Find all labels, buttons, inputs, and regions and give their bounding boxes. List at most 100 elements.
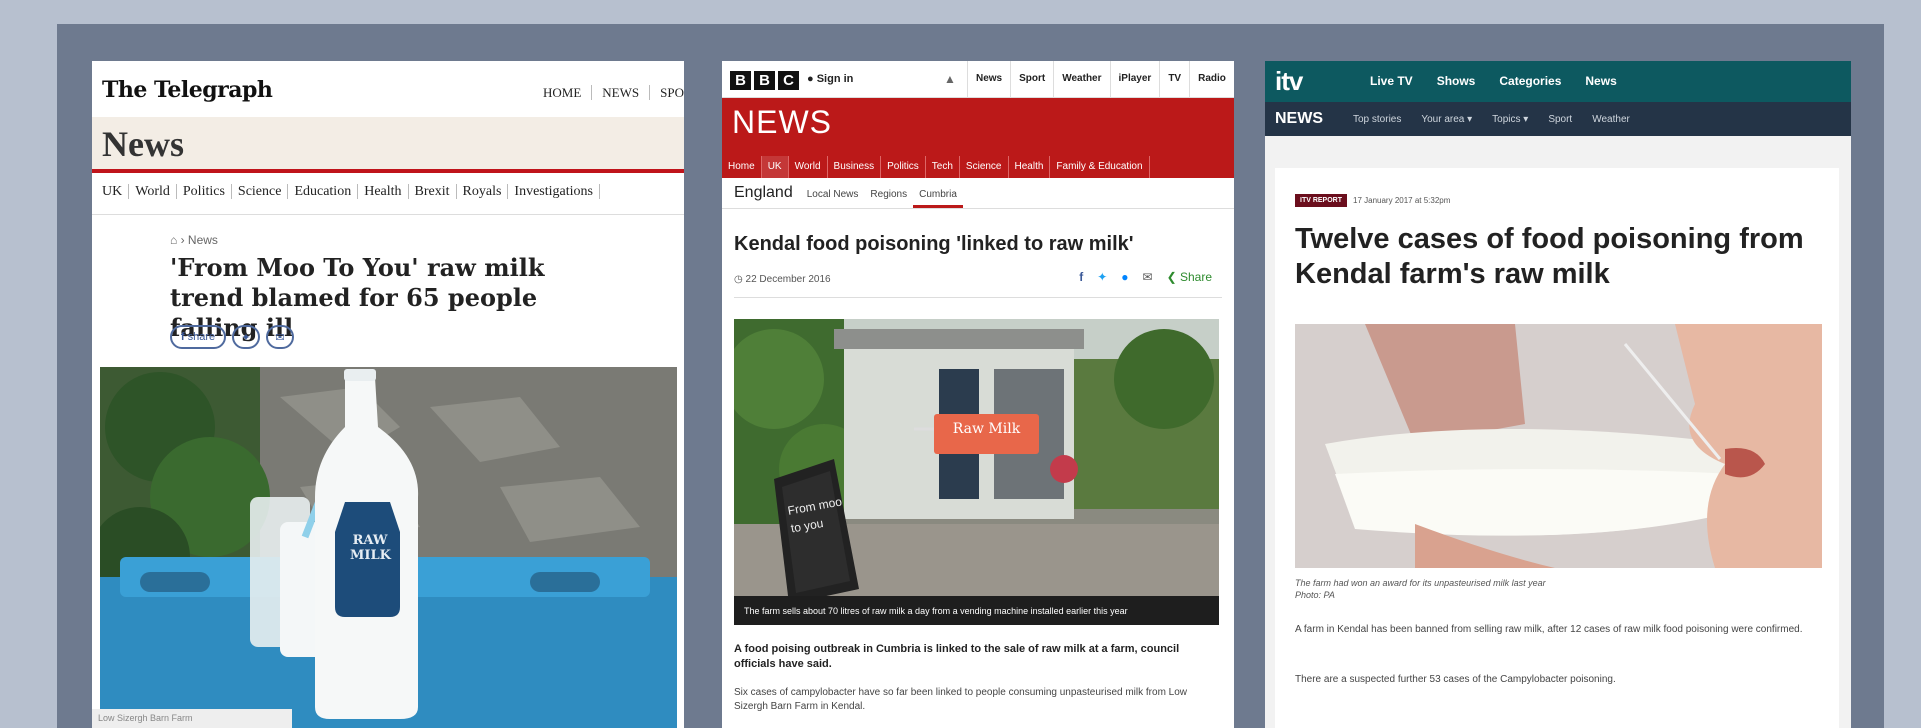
bbc-top-bar: BBC ● Sign in ▲ News Sport Weather iPlay… [722,61,1234,98]
bbc-news-brand[interactable]: NEWS [732,104,832,141]
nav-politics[interactable]: Politics [881,156,926,178]
bbc-news-banner: NEWS Home UK World Business Politics Tec… [722,98,1234,178]
photo-caption: The farm sells about 70 litres of raw mi… [734,596,1219,625]
itv-article-screenshot: itv Live TV Shows Categories News NEWS T… [1265,61,1851,728]
photo-caption: Low Sizergh Barn Farm [92,709,292,728]
bbc-logo[interactable]: BBC [730,71,799,90]
notifications-icon[interactable]: ▲ [944,72,956,86]
subnav-science[interactable]: Science [231,184,289,199]
twitter-share-button[interactable]: ✦ [232,325,260,349]
sign-in-link[interactable]: ● Sign in [807,73,853,85]
top-link-radio[interactable]: Radio [1189,61,1234,97]
share-label: share [187,331,216,343]
photo-caption: The farm had won an award for its unpast… [1295,578,1546,600]
nav-business[interactable]: Business [828,156,882,178]
subnav-education[interactable]: Education [288,184,359,199]
section-banner: News [92,117,684,173]
section-title[interactable]: News [92,117,684,165]
farm-photo-illustration [734,319,1219,625]
subnav-investigations[interactable]: Investigations [508,184,600,199]
home-icon[interactable]: ⌂ [170,233,177,247]
bbc-section-nav: Home UK World Business Politics Tech Sci… [722,156,1150,178]
link-your-area[interactable]: Your area ▾ [1421,114,1472,125]
facebook-icon: f [180,331,185,343]
telegraph-article-screenshot: The Telegraph HOME NEWS SPO News UK World Po… [92,61,684,728]
nav-science[interactable]: Science [960,156,1009,178]
telegraph-header: The Telegraph HOME NEWS SPO [92,61,684,117]
link-live-tv[interactable]: Live TV [1370,74,1413,88]
nav-sport[interactable]: SPO [650,85,684,100]
twitter-icon: ✦ [241,331,251,344]
link-sport[interactable]: Sport [1548,114,1572,125]
email-icon[interactable]: ✉ [1143,270,1153,284]
share-buttons: f share ✦ ✉ [170,325,294,349]
bbc-top-links: News Sport Weather iPlayer TV Radio [967,61,1234,97]
breadcrumb-news[interactable]: News [188,233,218,247]
itv-report-badge: ITV REPORT [1295,194,1348,207]
top-link-tv[interactable]: TV [1159,61,1189,97]
subnav-health[interactable]: Health [358,184,409,199]
raw-milk-label: RAW MILK [350,533,391,563]
nav-world[interactable]: World [789,156,828,178]
subnav-brexit[interactable]: Brexit [408,184,457,199]
breadcrumb: ⌂ › News [170,233,218,247]
article-headline: Kendal food poisoning 'linked to raw mil… [734,233,1134,255]
itv-sub-links: Top stories Your area ▾ Topics ▾ Sport W… [1353,114,1630,125]
share-tools: f ✦ ● ✉ ❮ Share [1079,270,1212,284]
clock-icon: ◷ [734,274,743,285]
itv-top-links: Live TV Shows Categories News [1370,74,1617,88]
region-regions[interactable]: Regions [864,189,913,208]
drinking-photo-illustration [1295,324,1822,568]
bbc-article-screenshot: BBC ● Sign in ▲ News Sport Weather iPlay… [722,61,1234,728]
vending-machine-photo: Raw Milk From moo to you The farm sells … [734,319,1219,625]
telegraph-logo[interactable]: The Telegraph [102,77,273,103]
raw-milk-sign: Raw Milk [952,421,1021,437]
region-local-news[interactable]: Local News [801,189,865,208]
nav-tech[interactable]: Tech [926,156,960,178]
top-link-weather[interactable]: Weather [1053,61,1109,97]
top-link-sport[interactable]: Sport [1010,61,1053,97]
itv-news-nav: NEWS Top stories Your area ▾ Topics ▾ Sp… [1265,102,1851,136]
subnav-world[interactable]: World [129,184,177,199]
nav-health[interactable]: Health [1009,156,1051,178]
nav-family-education[interactable]: Family & Education [1050,156,1150,178]
article-paragraph: Six cases of campylobacter have so far b… [734,687,1188,712]
subnav-politics[interactable]: Politics [176,184,232,199]
link-top-stories[interactable]: Top stories [1353,114,1401,125]
link-shows[interactable]: Shows [1437,74,1476,88]
article-paragraph-1: A farm in Kendal has been banned from se… [1295,624,1803,635]
drinking-milk-photo [1295,324,1822,568]
article-paragraph-2: There are a suspected further 53 cases o… [1295,674,1616,685]
twitter-icon[interactable]: ✦ [1097,270,1107,284]
nav-home[interactable]: Home [722,156,762,178]
messenger-icon[interactable]: ● [1121,270,1128,284]
email-share-button[interactable]: ✉ [266,325,294,349]
link-news[interactable]: News [1585,74,1616,88]
link-categories[interactable]: Categories [1499,74,1561,88]
divider [734,297,1222,298]
email-icon: ✉ [275,331,285,344]
article-lead: A food poising outbreak in Cumbria is li… [734,643,1180,670]
facebook-share-button[interactable]: f share [170,325,226,349]
region-england[interactable]: England [722,184,801,208]
article-headline: Twelve cases of food poisoning from Kend… [1295,223,1804,290]
nav-home[interactable]: HOME [533,85,593,100]
subnav-royals[interactable]: Royals [456,184,509,199]
subnav-uk[interactable]: UK [102,184,130,199]
milk-bottle-photo: RAW MILK [100,367,677,728]
nav-news[interactable]: NEWS [592,85,651,100]
top-link-news[interactable]: News [967,61,1010,97]
telegraph-top-nav: HOME NEWS SPO [533,85,684,101]
itv-logo[interactable]: itv [1275,66,1303,97]
facebook-icon[interactable]: f [1079,270,1083,284]
telegraph-sub-nav: UK World Politics Science Education Health Bre… [92,173,684,215]
link-weather[interactable]: Weather [1592,114,1630,125]
nav-uk[interactable]: UK [761,156,789,178]
itv-top-bar: itv Live TV Shows Categories News [1265,61,1851,102]
share-button[interactable]: ❮ Share [1167,270,1212,284]
itv-news-brand[interactable]: NEWS [1275,110,1323,128]
link-topics[interactable]: Topics ▾ [1492,114,1528,125]
bbc-region-nav: England Local News Regions Cumbria [722,178,1234,209]
region-cumbria[interactable]: Cumbria [913,189,963,208]
top-link-iplayer[interactable]: iPlayer [1109,61,1160,97]
